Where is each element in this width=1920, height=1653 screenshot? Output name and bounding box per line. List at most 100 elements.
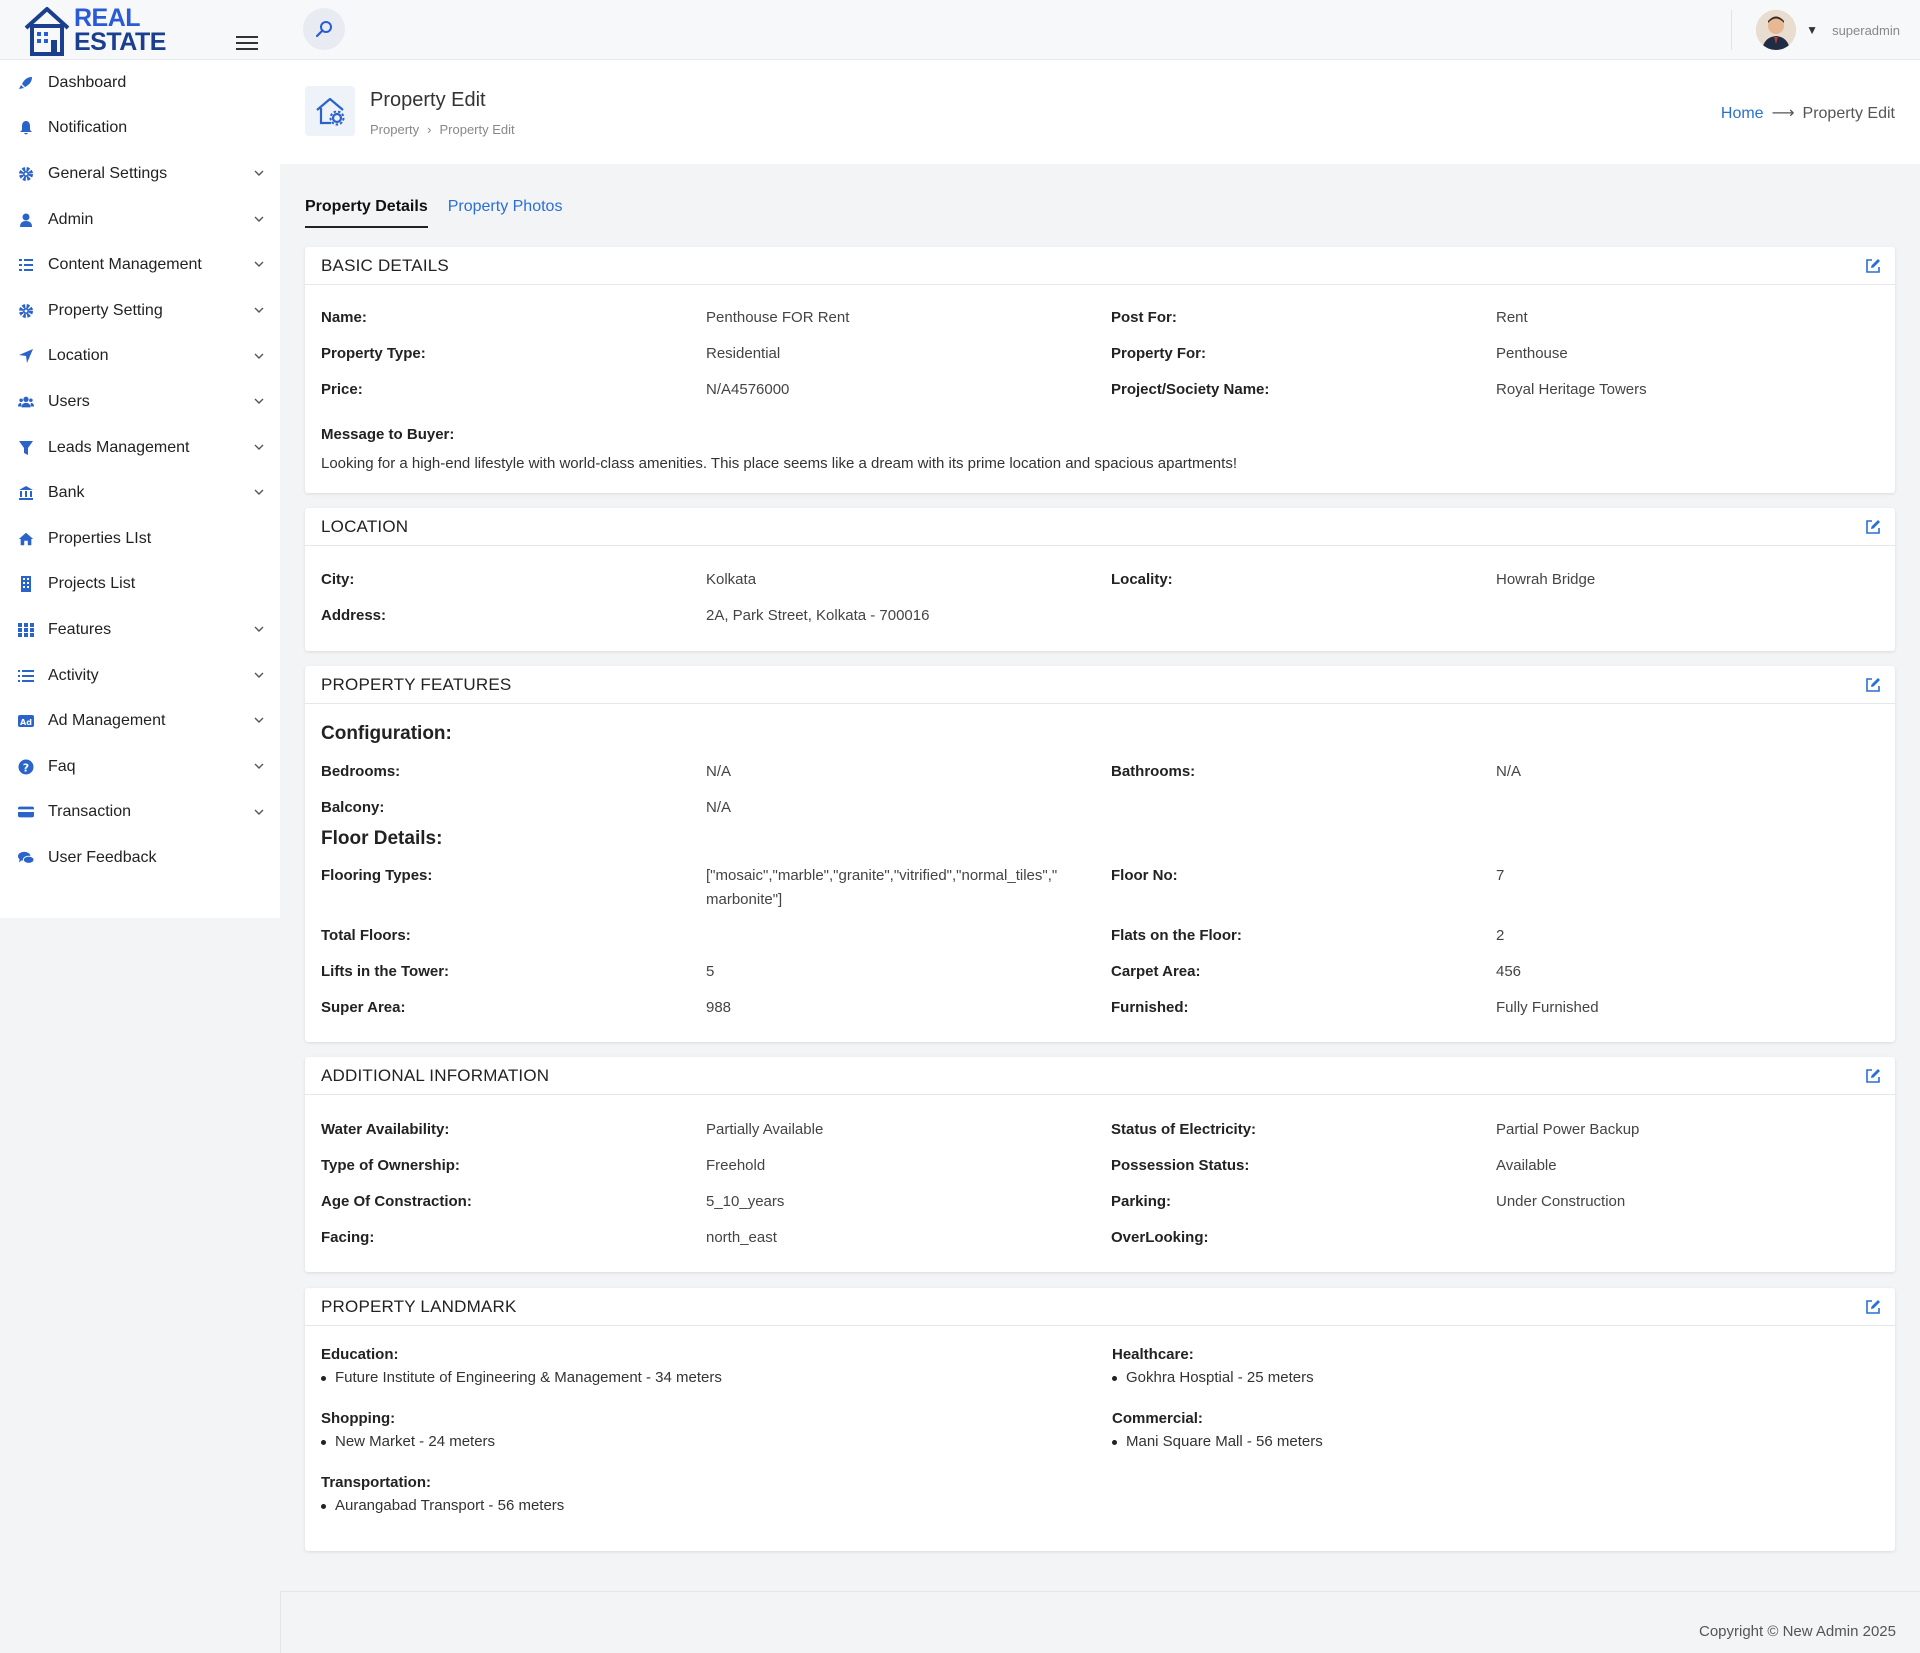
field-label: Water Availability:: [321, 1121, 450, 1138]
chevron-down-icon[interactable]: [254, 351, 264, 361]
page-header: Property Edit Property › Property Edit Hom…: [280, 60, 1920, 164]
field-value: Available: [1496, 1157, 1557, 1174]
chevron-down-icon[interactable]: [254, 259, 264, 269]
sidebar-item-notification[interactable]: Notification: [0, 106, 280, 152]
sidebar-item-transaction[interactable]: Transaction: [0, 790, 280, 836]
message-text: Looking for a high-end lifestyle with wo…: [321, 455, 1237, 472]
chevron-down-icon[interactable]: [254, 487, 264, 497]
field-label: Age Of Constraction:: [321, 1193, 472, 1210]
edit-icon[interactable]: [1865, 677, 1881, 693]
edit-icon[interactable]: [1865, 1299, 1881, 1315]
sidebar-item-users[interactable]: Users: [0, 379, 280, 425]
sidebar-item-leads-management[interactable]: Leads Management: [0, 425, 280, 471]
field-value: Partially Available: [706, 1121, 824, 1138]
landmark-education: Education: Future Institute of Engineeri…: [321, 1346, 722, 1386]
sidebar-item-user-feedback[interactable]: User Feedback: [0, 835, 280, 881]
field-value: Partial Power Backup: [1496, 1121, 1640, 1138]
sidebar-item-label: Properties LIst: [48, 529, 152, 547]
sidebar-item-faq[interactable]: ? Faq: [0, 744, 280, 790]
landmark-label: Transportation:: [321, 1474, 432, 1491]
sidebar-item-ad-management[interactable]: Ad Ad Management: [0, 698, 280, 744]
chevron-down-icon[interactable]: [254, 761, 264, 771]
field-value: 456: [1496, 963, 1522, 980]
location-arrow-icon: [18, 348, 34, 364]
chevron-down-icon[interactable]: [254, 670, 264, 680]
sidebar-item-admin[interactable]: Admin: [0, 197, 280, 243]
sidebar-item-label: Transaction: [48, 803, 131, 821]
users-icon: [18, 394, 34, 410]
landmark-transportation: Transportation: Aurangabad Transport - 5…: [321, 1474, 564, 1514]
location-card: LOCATION City: Kolkata Locality: Howrah …: [305, 508, 1895, 651]
landmark-label: Commercial:: [1112, 1410, 1203, 1427]
tab-property-details[interactable]: Property Details: [305, 198, 428, 228]
field-label: Address:: [321, 607, 387, 624]
chevron-down-icon[interactable]: [254, 442, 264, 452]
list-item: Gokhra Hosptial - 25 meters: [1112, 1369, 1314, 1386]
sidebar-item-dashboard[interactable]: Dashboard: [0, 60, 280, 106]
landmark-label: Healthcare:: [1112, 1346, 1194, 1363]
card-title: PROPERTY FEATURES: [321, 675, 512, 694]
field-value: 2: [1496, 927, 1505, 944]
brand-line1: REAL: [74, 4, 141, 32]
field-value: Rent: [1496, 309, 1528, 326]
sidebar-item-content-management[interactable]: Content Management: [0, 242, 280, 288]
sidebar-item-label: Content Management: [48, 256, 202, 274]
flooring-line: ["mosaic","marble","granite","vitrified"…: [706, 867, 1058, 884]
field-value: N/A4576000: [706, 381, 790, 398]
chevron-down-icon[interactable]: [254, 715, 264, 725]
field-value: N/A: [706, 763, 732, 780]
card-title: BASIC DETAILS: [321, 256, 449, 275]
field-label: Price:: [321, 381, 363, 398]
field-value: N/A: [1496, 763, 1522, 780]
sidebar-item-bank[interactable]: Bank: [0, 470, 280, 516]
list-item: New Market - 24 meters: [321, 1433, 495, 1450]
chevron-down-icon[interactable]: [254, 396, 264, 406]
sidebar-item-general-settings[interactable]: General Settings: [0, 151, 280, 197]
landmark-label: Shopping:: [321, 1410, 396, 1427]
tab-property-photos[interactable]: Property Photos: [448, 198, 563, 228]
question-circle-icon: ?: [18, 759, 34, 775]
sidebar-item-location[interactable]: Location: [0, 334, 280, 380]
sidebar-item-label: Projects List: [48, 575, 136, 593]
chevron-down-icon[interactable]: [254, 168, 264, 178]
list-item: Mani Square Mall - 56 meters: [1112, 1433, 1323, 1450]
avatar[interactable]: [1756, 10, 1797, 50]
breadcrumb-right: Home ⟶ Property Edit: [1721, 103, 1895, 123]
bank-icon: [18, 485, 34, 501]
field-value: 7: [1496, 867, 1505, 884]
sidebar-item-features[interactable]: Features: [0, 607, 280, 653]
chevron-down-icon[interactable]: ▼: [1806, 23, 1818, 37]
chevron-down-icon[interactable]: [254, 624, 264, 634]
username[interactable]: superadmin: [1832, 23, 1900, 38]
sidebar-item-activity[interactable]: Activity: [0, 653, 280, 699]
field-label: Balcony:: [321, 799, 385, 816]
landmark-shopping: Shopping: New Market - 24 meters: [321, 1410, 495, 1450]
home-link[interactable]: Home: [1721, 105, 1764, 122]
copyright: Copyright © New Admin 2025: [1699, 1623, 1896, 1640]
home-icon: [18, 531, 34, 547]
sidebar-item-property-setting[interactable]: Property Setting: [0, 288, 280, 334]
sidebar-item-properties-list[interactable]: Properties LIst: [0, 516, 280, 562]
sidebar-item-label: Faq: [48, 757, 76, 775]
field-label: Flats on the Floor:: [1111, 927, 1242, 944]
chevron-down-icon[interactable]: [254, 305, 264, 315]
card-title: ADDITIONAL INFORMATION: [321, 1066, 550, 1085]
sidebar-item-label: Activity: [48, 666, 99, 684]
search-button[interactable]: [303, 8, 345, 50]
svg-text:?: ?: [23, 761, 29, 774]
user-menu[interactable]: ▼ superadmin: [1731, 8, 1900, 52]
top-header: REAL ESTATE ▼ superadmin: [0, 0, 1920, 60]
chevron-down-icon[interactable]: [254, 807, 264, 817]
sidebar-item-label: Users: [48, 392, 90, 410]
menu-toggle-icon[interactable]: [236, 36, 258, 52]
sidebar-item-projects-list[interactable]: Projects List: [0, 562, 280, 608]
edit-icon[interactable]: [1865, 1068, 1881, 1084]
brand-logo[interactable]: REAL ESTATE: [22, 4, 166, 56]
edit-icon[interactable]: [1865, 258, 1881, 274]
chevron-down-icon[interactable]: [254, 214, 264, 224]
breadcrumb-parent[interactable]: Property: [370, 122, 419, 137]
field-label: Parking:: [1111, 1193, 1172, 1210]
edit-icon[interactable]: [1865, 519, 1881, 535]
field-label: Property For:: [1111, 345, 1207, 362]
field-value: 5_10_years: [706, 1193, 785, 1210]
